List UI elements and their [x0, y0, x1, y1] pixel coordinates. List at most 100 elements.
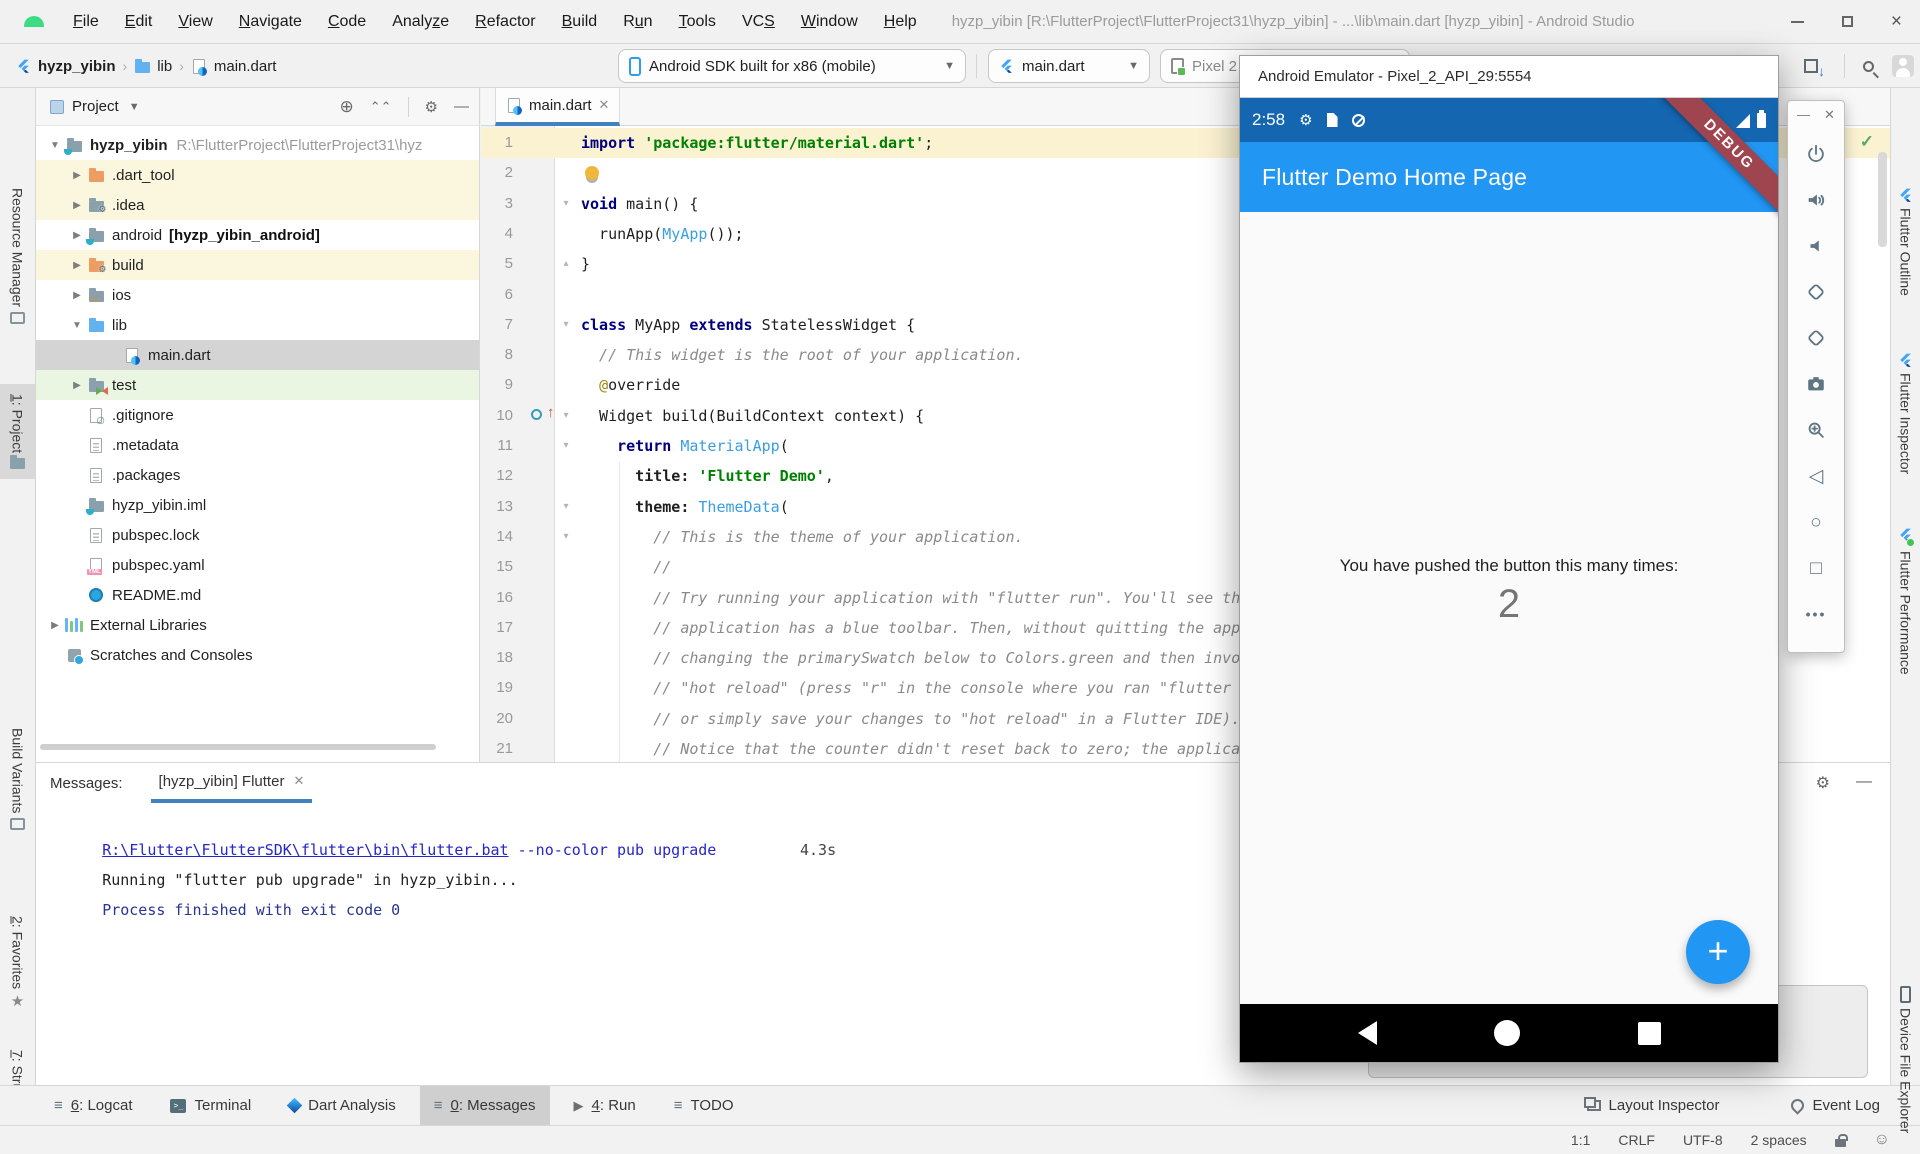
gutter-line-18[interactable]: 18 — [481, 643, 555, 673]
breadcrumb-file[interactable]: main.dart — [214, 58, 277, 75]
gear-icon[interactable]: ⚙ — [425, 98, 438, 116]
collapsed-arrow-icon[interactable]: ▶ — [66, 260, 88, 271]
rotate-left-icon[interactable] — [1805, 281, 1827, 303]
gutter-line-3[interactable]: 3▾ — [481, 189, 555, 219]
expanded-arrow-icon[interactable]: ▼ — [66, 320, 88, 331]
lock-icon[interactable] — [1835, 1139, 1846, 1147]
gutter-line-16[interactable]: 16 — [481, 583, 555, 613]
tree-row--gitignore[interactable]: .gitignore — [36, 400, 479, 430]
menu-build[interactable]: Build — [549, 13, 611, 30]
stripe-tab-2-favorites[interactable]: 2: Favorites★ — [0, 916, 35, 1009]
gutter-line-10[interactable]: 10↑▾ — [481, 401, 555, 431]
gutter-line-9[interactable]: 9 — [481, 370, 555, 400]
zoom-icon[interactable] — [1805, 419, 1827, 441]
gutter-line-12[interactable]: 12 — [481, 461, 555, 491]
menu-tools[interactable]: Tools — [666, 13, 729, 30]
power-icon[interactable] — [1805, 143, 1827, 165]
gutter-line-15[interactable]: 15 — [481, 552, 555, 582]
tree-row-pubspec-lock[interactable]: pubspec.lock — [36, 520, 479, 550]
inspection-ok-icon[interactable]: ✓ — [1860, 132, 1874, 152]
stripe-tab-build-variants[interactable]: Build Variants — [0, 728, 35, 830]
breadcrumb-project[interactable]: hyzp_yibin — [38, 58, 116, 75]
fold-marker-icon[interactable]: ▾ — [559, 522, 573, 552]
tree-row-build[interactable]: ▶⚙build — [36, 250, 479, 280]
messages-tab-flutter[interactable]: [hyzp_yibin] Flutter ✕ — [151, 763, 313, 803]
editor-tab-main-dart[interactable]: main.dart ✕ — [495, 88, 620, 126]
minimize-icon[interactable]: — — [1797, 107, 1810, 131]
close-icon[interactable]: × — [1891, 12, 1902, 31]
tree-row-scratches-and-consoles[interactable]: Scratches and Consoles — [36, 640, 479, 670]
editor-scrollbar[interactable] — [1878, 152, 1887, 247]
expanded-arrow-icon[interactable]: ▼ — [44, 140, 66, 151]
hide-panel-icon[interactable]: — — [454, 98, 469, 115]
tool-tab-terminal[interactable]: >_Terminal — [156, 1086, 265, 1126]
line-ending[interactable]: CRLF — [1618, 1132, 1655, 1148]
tool-tab-todo[interactable]: ≡TODO — [660, 1086, 748, 1126]
menu-analyze[interactable]: Analyze — [379, 13, 462, 30]
locate-file-icon[interactable]: ⊕ — [340, 97, 354, 117]
tree-row--dart-tool[interactable]: ▶.dart_tool — [36, 160, 479, 190]
stripe-tab-flutter-outline[interactable]: Flutter Outline — [1891, 188, 1920, 296]
gutter-line-4[interactable]: 4 — [481, 219, 555, 249]
fold-marker-icon[interactable]: ▾ — [559, 431, 573, 461]
inspection-profile-icon[interactable]: ☺ — [1874, 1132, 1890, 1148]
menu-navigate[interactable]: Navigate — [226, 13, 315, 30]
tool-tab-6-logcat[interactable]: ≡6: Logcat — [40, 1086, 146, 1126]
tool-tab-event-log[interactable]: Event Log — [1777, 1086, 1894, 1126]
emulator-screen[interactable]: 2:58 ⚙ Flutter Demo Home Page DEBUG You … — [1240, 98, 1778, 1062]
fold-marker-icon[interactable]: ▾ — [559, 310, 573, 340]
menu-file[interactable]: File — [60, 13, 112, 30]
fold-marker-icon[interactable]: ▴ — [559, 249, 573, 279]
stripe-tab-1-project[interactable]: 1: Project — [0, 384, 35, 479]
tool-tab-layout-inspector[interactable]: Layout Inspector — [1573, 1086, 1734, 1126]
tree-row-pubspec-yaml[interactable]: YMLpubspec.yaml — [36, 550, 479, 580]
tree-row-android[interactable]: ▶android[hyzp_yibin_android] — [36, 220, 479, 250]
menu-edit[interactable]: Edit — [112, 13, 166, 30]
tree-row-lib[interactable]: ▼lib — [36, 310, 479, 340]
gutter-line-14[interactable]: 14▾ — [481, 522, 555, 552]
fold-marker-icon[interactable]: ▾ — [559, 401, 573, 431]
breadcrumb-lib[interactable]: lib — [157, 58, 172, 75]
menu-vcs[interactable]: VCS — [729, 13, 788, 30]
gutter-line-2[interactable]: 2 — [481, 158, 555, 188]
collapsed-arrow-icon[interactable]: ▶ — [44, 620, 66, 631]
nav-overview-button[interactable] — [1638, 1022, 1661, 1045]
back-icon[interactable]: ◁ — [1805, 465, 1827, 487]
menu-run[interactable]: Run — [610, 13, 665, 30]
gutter-line-17[interactable]: 17 — [481, 613, 555, 643]
gutter-line-6[interactable]: 6 — [481, 280, 555, 310]
stripe-tab-flutter-inspector[interactable]: Flutter Inspector — [1891, 353, 1920, 474]
screenshot-camera-icon[interactable] — [1805, 373, 1827, 395]
encoding[interactable]: UTF-8 — [1683, 1132, 1723, 1148]
collapsed-arrow-icon[interactable]: ▶ — [66, 170, 88, 181]
menu-help[interactable]: Help — [871, 13, 930, 30]
run-config-selector[interactable]: main.dart ▼ — [988, 49, 1150, 83]
tree-row-readme-md[interactable]: README.md — [36, 580, 479, 610]
menu-view[interactable]: View — [165, 13, 225, 30]
more-icon[interactable]: ••• — [1805, 603, 1827, 625]
tree-row-hyzp-yibin-iml[interactable]: hyzp_yibin.iml — [36, 490, 479, 520]
tree-row-main-dart[interactable]: main.dart — [36, 340, 479, 370]
tool-tab-dart-analysis[interactable]: Dart Analysis — [275, 1086, 410, 1126]
gutter-line-21[interactable]: 21 — [481, 734, 555, 762]
gear-icon[interactable]: ⚙ — [1816, 773, 1830, 793]
indent-setting[interactable]: 2 spaces — [1751, 1132, 1807, 1148]
overview-icon[interactable]: □ — [1805, 557, 1827, 579]
device-selector[interactable]: Android SDK built for x86 (mobile) ▼ — [618, 49, 966, 83]
volume-up-icon[interactable] — [1805, 189, 1827, 211]
close-icon[interactable]: ✕ — [1824, 107, 1835, 131]
override-method-icon[interactable] — [531, 409, 542, 420]
tree-row--idea[interactable]: ▶⚙.idea — [36, 190, 479, 220]
collapse-all-icon[interactable]: ⌃⌃ — [370, 99, 392, 115]
nav-home-button[interactable] — [1494, 1020, 1520, 1046]
gutter-line-1[interactable]: 1 — [481, 128, 555, 158]
collapsed-arrow-icon[interactable]: ▶ — [66, 200, 88, 211]
sdk-manager-icon[interactable] — [1804, 59, 1818, 73]
collapsed-arrow-icon[interactable]: ▶ — [66, 290, 88, 301]
close-tab-icon[interactable]: ✕ — [599, 97, 610, 113]
close-tab-icon[interactable]: ✕ — [293, 773, 304, 789]
hide-panel-icon[interactable]: — — [1856, 773, 1872, 793]
horizontal-scrollbar[interactable] — [40, 744, 436, 750]
tree-row-ios[interactable]: ▶•••ios — [36, 280, 479, 310]
volume-down-icon[interactable] — [1805, 235, 1827, 257]
